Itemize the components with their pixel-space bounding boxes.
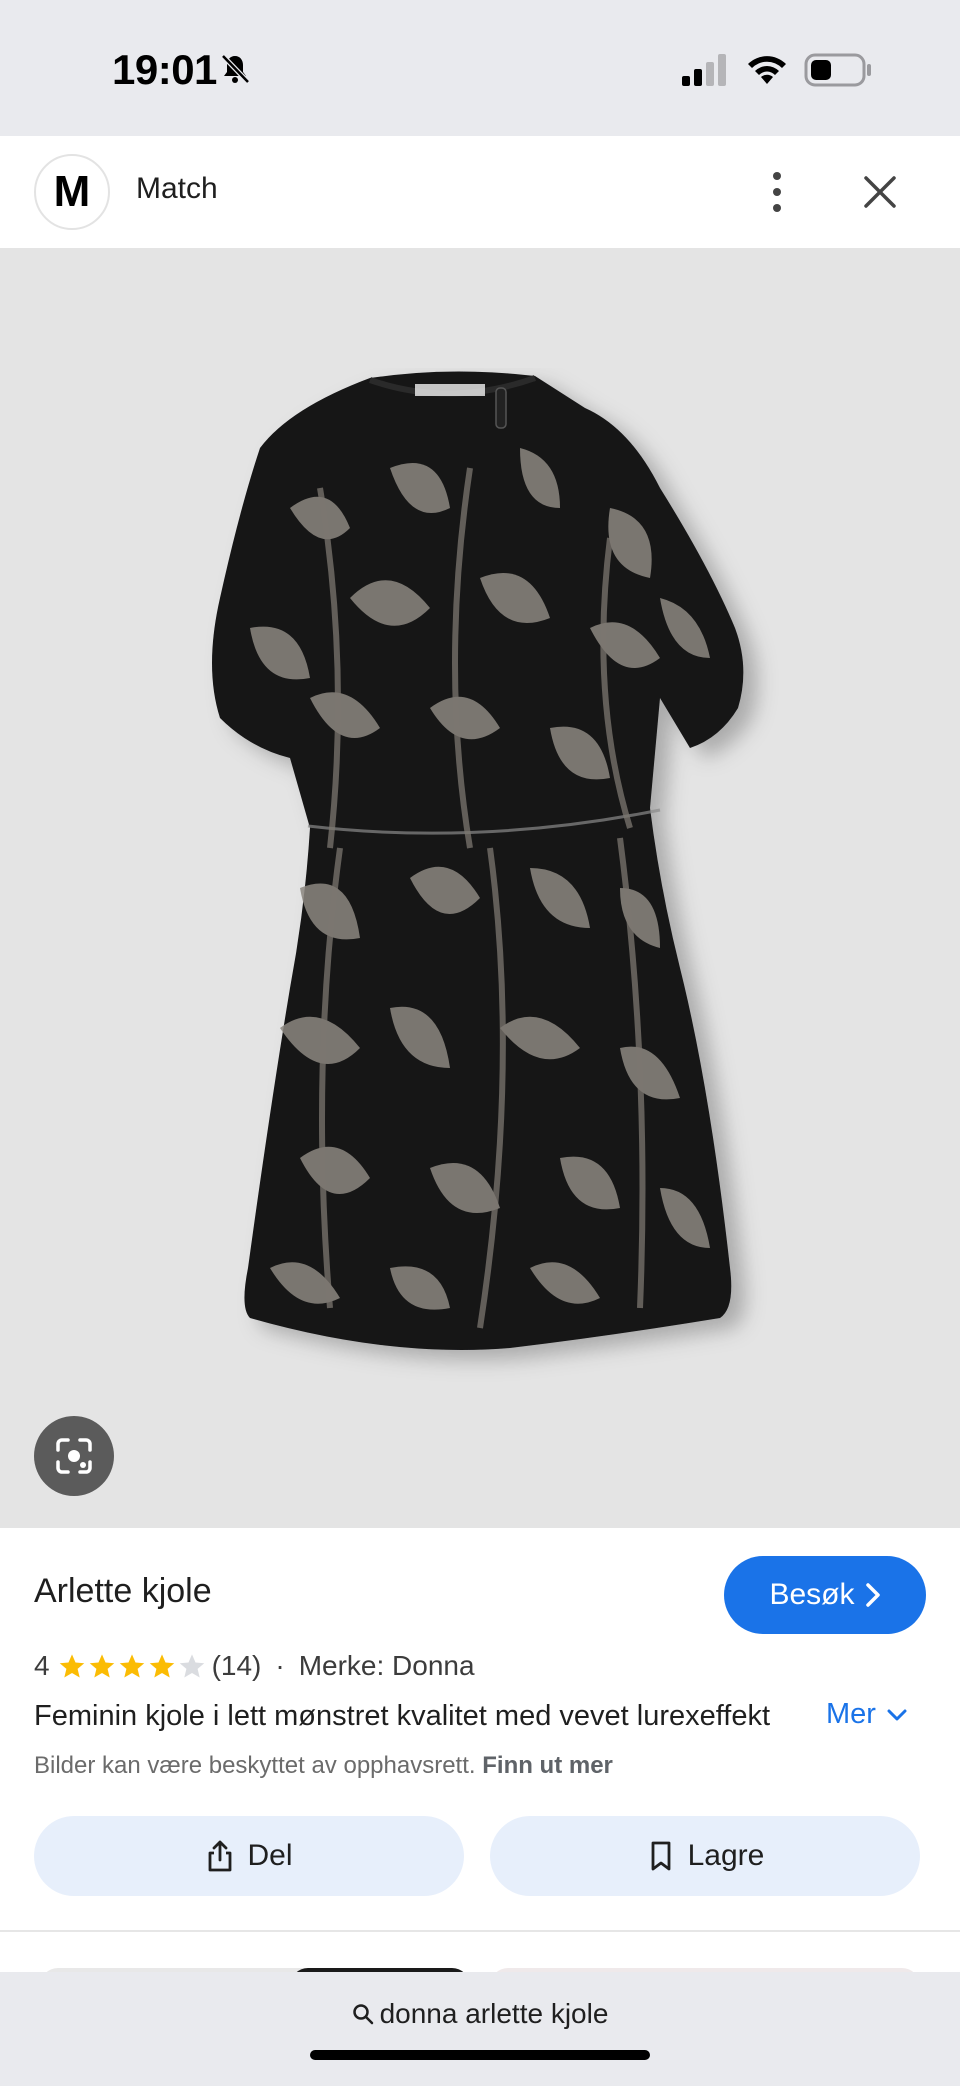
search-bar[interactable]: donna arlette kjole: [0, 1998, 960, 2030]
signal-icon: [682, 54, 726, 86]
product-image[interactable]: [0, 248, 960, 1528]
product-description: Feminin kjole i lett mønstret kvalitet m…: [34, 1700, 771, 1732]
site-logo-letter: M: [53, 167, 91, 216]
more-label: Mer: [826, 1698, 876, 1730]
star-icon-empty: [179, 1654, 204, 1678]
divider: [0, 1930, 960, 1932]
site-header: M Match: [0, 136, 960, 248]
dress-illustration: [212, 371, 744, 1350]
chevron-down-icon: [887, 1709, 907, 1720]
rating-row: 4 (14) · Merke: Donna: [34, 1648, 475, 1684]
more-vertical-icon[interactable]: [760, 166, 794, 218]
chevron-right-icon: [865, 1583, 880, 1607]
more-button[interactable]: Mer: [826, 1698, 908, 1731]
bell-slash-icon: [221, 54, 250, 84]
share-icon: [209, 1840, 232, 1872]
battery-icon: [804, 53, 871, 87]
save-button[interactable]: Lagre: [490, 1816, 920, 1896]
star-icon: [149, 1654, 174, 1678]
separator: ·: [275, 1650, 285, 1681]
brand-label: Merke: Donna: [298, 1650, 475, 1681]
home-indicator: [310, 2050, 650, 2060]
visit-button-label: Besøk: [769, 1578, 855, 1611]
rating-stars: [58, 1652, 206, 1680]
save-label: Lagre: [687, 1839, 765, 1872]
status-bar: 19:01: [0, 0, 960, 136]
status-time: 19:01: [112, 46, 217, 93]
share-label: Del: [247, 1839, 293, 1872]
review-count[interactable]: (14): [212, 1650, 262, 1682]
star-icon: [89, 1654, 114, 1678]
lens-button[interactable]: [34, 1416, 114, 1496]
learn-more-link[interactable]: Finn ut mer: [482, 1752, 613, 1779]
share-button[interactable]: Del: [34, 1816, 464, 1896]
wifi-icon: [748, 56, 786, 84]
star-icon: [59, 1654, 84, 1678]
rating-value: 4: [34, 1650, 50, 1681]
visit-button[interactable]: Besøk: [724, 1556, 926, 1634]
star-icon: [119, 1654, 144, 1678]
product-title: Arlette kjole: [34, 1572, 212, 1610]
close-icon[interactable]: [858, 170, 902, 214]
site-name[interactable]: Match: [136, 172, 218, 206]
search-query-text: donna arlette kjole: [379, 1998, 609, 2029]
lens-icon: [56, 1438, 92, 1474]
search-icon: [352, 2004, 373, 2025]
bookmark-icon: [651, 1841, 671, 1871]
site-logo[interactable]: M: [34, 154, 110, 230]
browser-bottom-bar: donna arlette kjole: [0, 1972, 960, 2086]
copyright-notice: Bilder kan være beskyttet av opphavsrett…: [34, 1752, 613, 1780]
copyright-text: Bilder kan være beskyttet av opphavsrett…: [34, 1752, 476, 1779]
